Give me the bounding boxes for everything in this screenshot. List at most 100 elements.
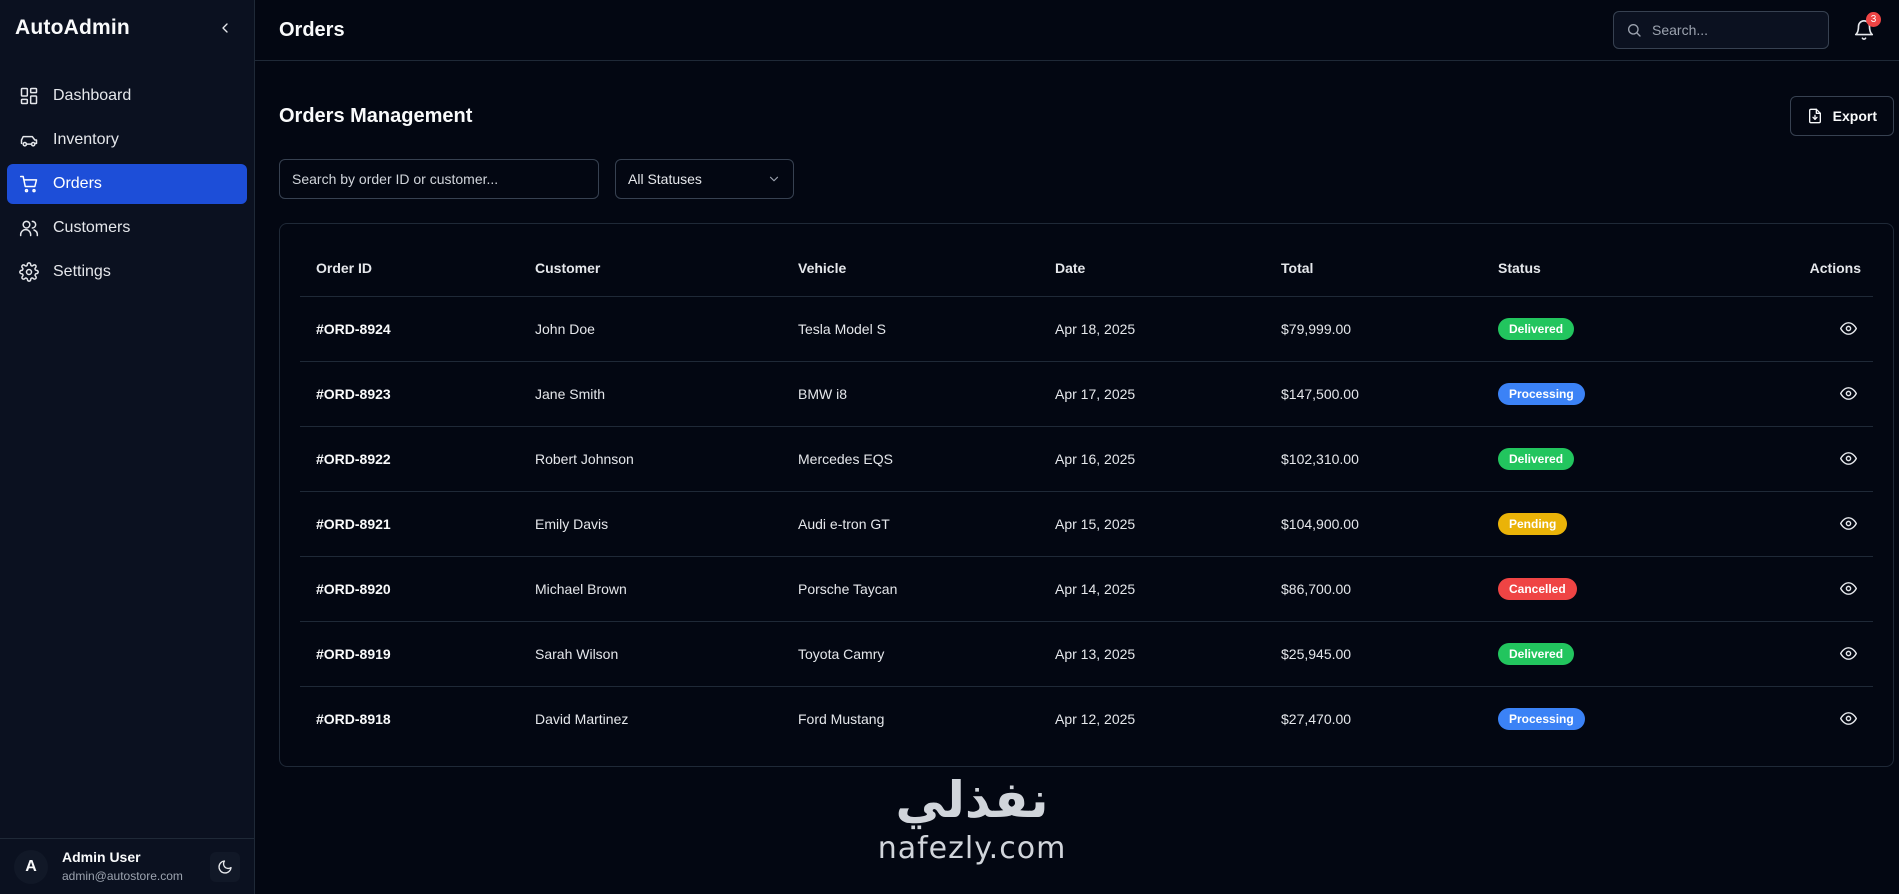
customer-cell: Robert Johnson [519, 426, 782, 492]
sidebar-item-orders[interactable]: Orders [7, 164, 247, 204]
eye-icon [1840, 387, 1857, 400]
customer-cell: Emily Davis [519, 491, 782, 557]
date-cell: Apr 13, 2025 [1039, 621, 1265, 687]
main-area: Orders 3 Orders Management Export [255, 0, 1899, 894]
table-row[interactable]: #ORD-8921 Emily Davis Audi e-tron GT Apr… [300, 491, 1873, 557]
view-order-button[interactable] [1836, 511, 1861, 536]
vehicle-cell: Porsche Taycan [782, 556, 1039, 622]
status-cell: Delivered [1482, 426, 1732, 492]
actions-cell [1732, 491, 1873, 557]
column-header-vehicle[interactable]: Vehicle [782, 240, 1039, 297]
status-filter-select[interactable]: All Statuses [615, 159, 794, 199]
sidebar-item-label: Dashboard [53, 87, 132, 104]
sidebar-item-label: Settings [53, 263, 111, 280]
status-badge: Delivered [1498, 317, 1575, 340]
view-order-button[interactable] [1836, 641, 1861, 666]
file-export-icon [1808, 108, 1821, 124]
column-header-total[interactable]: Total [1265, 240, 1482, 297]
table-row[interactable]: #ORD-8922 Robert Johnson Mercedes EQS Ap… [300, 426, 1873, 492]
column-header-date[interactable]: Date [1039, 240, 1265, 297]
export-button[interactable]: Export [1789, 96, 1894, 136]
gear-icon [19, 262, 39, 282]
global-search[interactable] [1613, 11, 1829, 49]
order-search-input[interactable] [279, 159, 599, 199]
sidebar-item-dashboard[interactable]: Dashboard [7, 76, 247, 116]
order-id-cell: #ORD-8920 [300, 556, 519, 622]
status-cell: Processing [1482, 686, 1732, 751]
column-header-order-id[interactable]: Order ID [300, 240, 519, 297]
order-id-cell: #ORD-8922 [300, 426, 519, 492]
order-id-cell: #ORD-8921 [300, 491, 519, 557]
car-icon [20, 135, 38, 147]
view-order-button[interactable] [1836, 706, 1861, 731]
status-cell: Cancelled [1482, 556, 1732, 622]
actions-cell [1732, 621, 1873, 687]
view-order-button[interactable] [1836, 446, 1861, 471]
app-root: AutoAdmin Dashboard Inventory Orders Cus… [0, 0, 1899, 894]
vehicle-cell: Ford Mustang [798, 710, 885, 727]
status-badge: Delivered [1498, 447, 1575, 470]
topbar-actions: 3 [1613, 11, 1881, 49]
sidebar-nav: Dashboard Inventory Orders Customers Set… [0, 56, 254, 292]
total-cell: $104,900.00 [1265, 491, 1482, 557]
status-cell: Delivered [1482, 621, 1732, 687]
status-badge: Processing [1498, 382, 1585, 405]
global-search-input[interactable] [1652, 22, 1802, 38]
orders-table: Order ID Customer Vehicle Date Total Sta… [300, 240, 1873, 751]
orders-table-body: #ORD-8924 John Doe Tesla Model S Apr 18,… [300, 296, 1873, 751]
status-badge: Delivered [1498, 642, 1575, 665]
order-id-cell: #ORD-8918 [316, 710, 391, 727]
view-order-button[interactable] [1836, 576, 1861, 601]
sidebar-item-label: Inventory [53, 131, 119, 148]
notification-count-badge: 3 [1866, 12, 1881, 27]
theme-toggle-button[interactable] [210, 851, 240, 882]
table-row[interactable]: #ORD-8920 Michael Brown Porsche Taycan A… [300, 556, 1873, 622]
sidebar-item-customers[interactable]: Customers [7, 208, 247, 248]
date-cell: Apr 18, 2025 [1039, 296, 1265, 362]
total-cell: $27,470.00 [1281, 710, 1352, 727]
eye-icon [1840, 322, 1857, 335]
date-cell: Apr 15, 2025 [1039, 491, 1265, 557]
status-cell: Pending [1482, 491, 1732, 557]
customer-cell: David Martinez [535, 710, 629, 727]
sidebar-item-inventory[interactable]: Inventory [7, 120, 247, 160]
status-filter-value: All Statuses [628, 171, 702, 187]
sidebar-item-label: Orders [53, 175, 102, 192]
topbar: Orders 3 [255, 0, 1899, 61]
watermark-url: nafezly.com [877, 831, 1067, 866]
table-row[interactable]: #ORD-8919 Sarah Wilson Toyota Camry Apr … [300, 621, 1873, 687]
eye-icon [1840, 647, 1857, 660]
status-badge: Cancelled [1498, 577, 1577, 600]
vehicle-cell: BMW i8 [782, 361, 1039, 427]
vehicle-cell: Toyota Camry [782, 621, 1039, 687]
notifications-button[interactable]: 3 [1853, 12, 1881, 41]
table-row[interactable]: #ORD-8924 John Doe Tesla Model S Apr 18,… [300, 296, 1873, 362]
vehicle-cell: Tesla Model S [782, 296, 1039, 362]
total-cell: $147,500.00 [1265, 361, 1482, 427]
column-header-customer[interactable]: Customer [519, 240, 782, 297]
sidebar-item-settings[interactable]: Settings [7, 252, 247, 292]
table-header-row: Order ID Customer Vehicle Date Total Sta… [300, 240, 1873, 297]
search-icon [1628, 24, 1641, 37]
status-cell: Processing [1482, 361, 1732, 427]
total-cell: $102,310.00 [1265, 426, 1482, 492]
watermark-logo: نفذلي [895, 772, 1049, 828]
total-cell: $86,700.00 [1265, 556, 1482, 622]
view-order-button[interactable] [1836, 381, 1861, 406]
user-email: admin@autostore.com [62, 868, 183, 883]
status-badge: Pending [1498, 512, 1568, 535]
cart-icon [19, 175, 38, 193]
collapse-sidebar-button[interactable] [211, 14, 239, 42]
actions-cell [1732, 556, 1873, 622]
order-id-cell: #ORD-8919 [300, 621, 519, 687]
actions-cell [1732, 361, 1873, 427]
page-header: Orders Management Export [279, 61, 1894, 149]
view-order-button[interactable] [1836, 316, 1861, 341]
customer-cell: Michael Brown [519, 556, 782, 622]
total-cell: $25,945.00 [1265, 621, 1482, 687]
status-cell: Delivered [1482, 296, 1732, 362]
column-header-status[interactable]: Status [1482, 240, 1732, 297]
table-row[interactable]: #ORD-8923 Jane Smith BMW i8 Apr 17, 2025… [300, 361, 1873, 427]
brand-logo: AutoAdmin [15, 16, 130, 39]
table-row[interactable]: #ORD-8918 David Martinez Ford Mustang Ap… [300, 686, 1873, 751]
